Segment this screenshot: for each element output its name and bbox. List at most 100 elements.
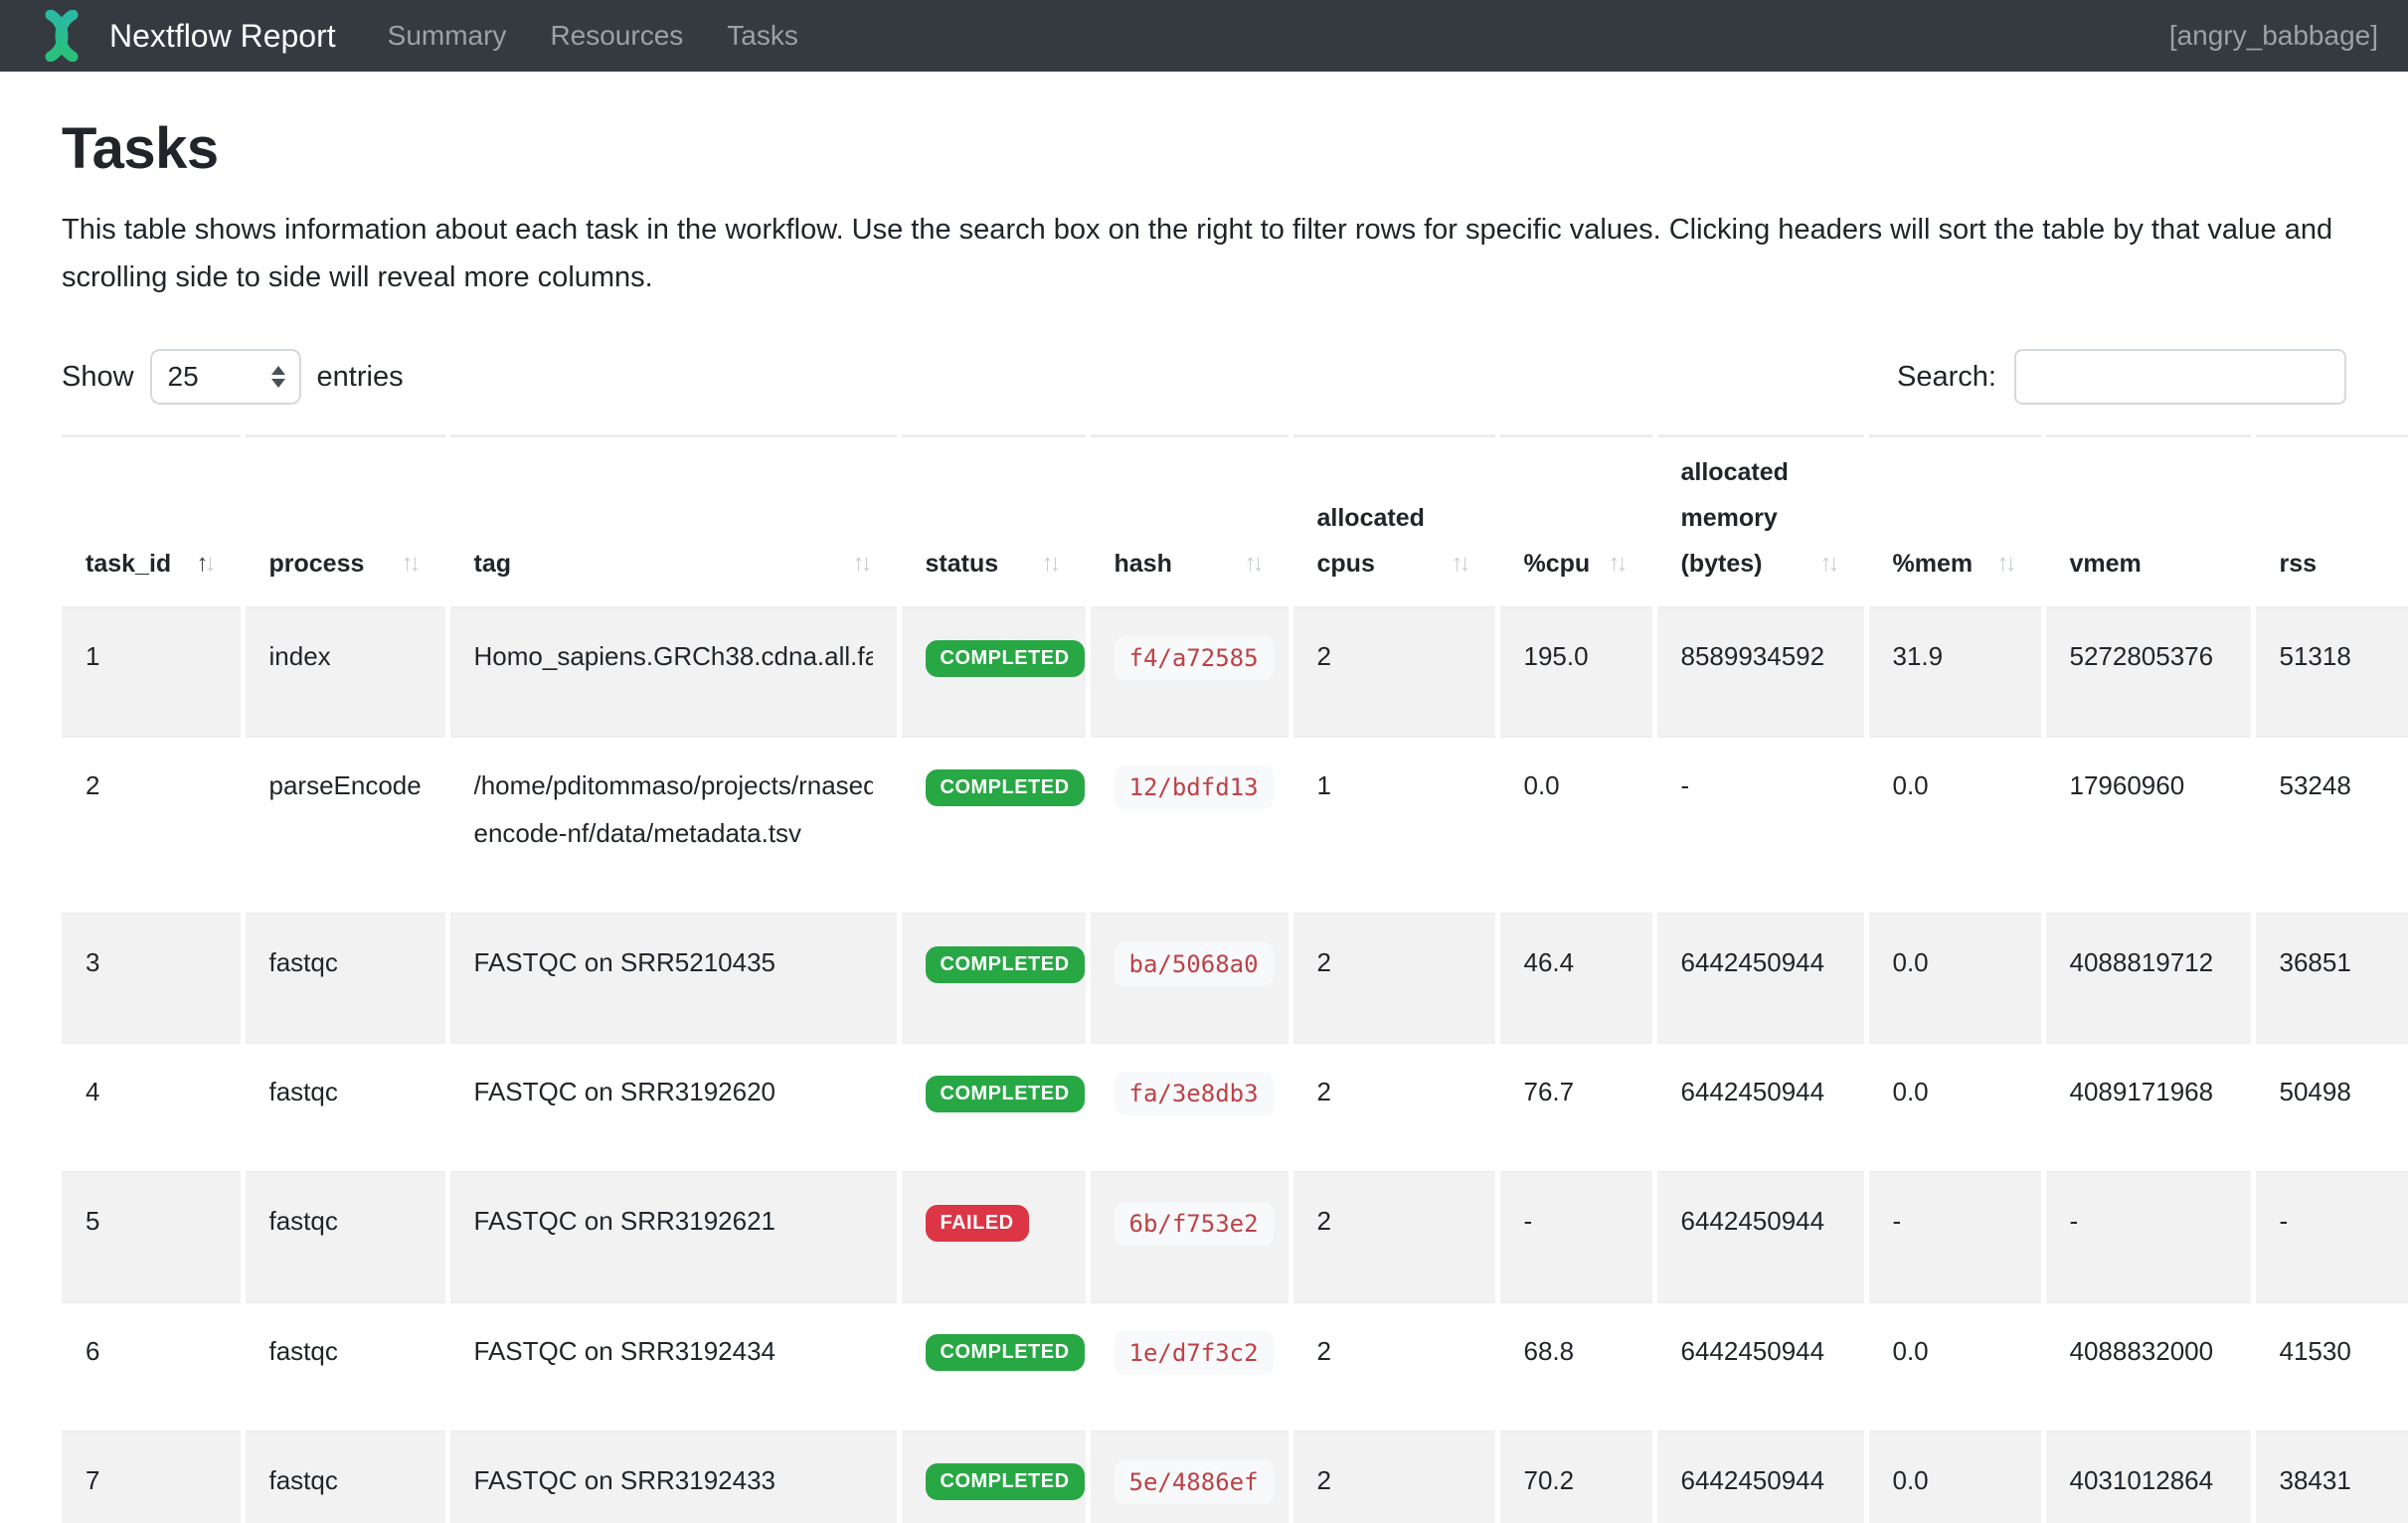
hash-code: ba/5068a0 bbox=[1115, 942, 1274, 986]
column-label: status bbox=[926, 541, 999, 587]
cell-status: COMPLETED bbox=[899, 607, 1088, 737]
cell-allocated-cpus: 2 bbox=[1290, 1043, 1497, 1172]
cell-process: index bbox=[243, 607, 447, 737]
cell-tag: Homo_sapiens.GRCh38.cdna.all.fa.gz bbox=[447, 607, 899, 737]
tag-line: FASTQC on SRR3192434 bbox=[474, 1327, 873, 1375]
table-controls: Show 25 entries Search: bbox=[62, 349, 2346, 405]
cell-status: FAILED bbox=[899, 1172, 1088, 1301]
sort-arrows-icon: ↑↓ bbox=[1042, 541, 1062, 587]
cell-tag: FASTQC on SRR3192621 bbox=[447, 1172, 899, 1301]
cell-status: COMPLETED bbox=[899, 1302, 1088, 1432]
column-header-status[interactable]: status ↑↓ bbox=[899, 436, 1088, 608]
table-row: 1index Homo_sapiens.GRCh38.cdna.all.fa.gz… bbox=[62, 607, 2408, 737]
cell-task-id: 2 bbox=[62, 737, 243, 914]
cell-hash: f4/a72585 bbox=[1088, 607, 1290, 737]
cell-hash: ba/5068a0 bbox=[1088, 914, 1290, 1043]
column-header-rss[interactable]: rss bbox=[2253, 436, 2408, 608]
table-row: 3fastqcFASTQC on SRR5210435COMPLETEDba/5… bbox=[62, 914, 2408, 1043]
hash-code: 1e/d7f3c2 bbox=[1115, 1331, 1274, 1375]
cell-rss: 36851 bbox=[2253, 914, 2408, 1043]
brand-title[interactable]: Nextflow Report bbox=[109, 18, 336, 55]
cell-allocated-memory: 6442450944 bbox=[1654, 1043, 1866, 1172]
tag-line: FASTQC on SRR3192433 bbox=[474, 1456, 873, 1504]
cell-rss: 50498 bbox=[2253, 1043, 2408, 1172]
cell-hash: 1e/d7f3c2 bbox=[1088, 1302, 1290, 1432]
column-header-tag[interactable]: tag↑↓ bbox=[447, 436, 899, 608]
column-header-allocated-memory-bytes[interactable]: allocated memory (bytes)↑↓ bbox=[1654, 436, 1866, 608]
cell-allocated-memory: 6442450944 bbox=[1654, 1302, 1866, 1432]
nav-links: Summary Resources Tasks bbox=[388, 20, 798, 52]
cell-tag: /home/pditommaso/projects/rnaseq-encode-… bbox=[447, 737, 899, 914]
cell-pcpu: - bbox=[1497, 1172, 1654, 1301]
tasks-table: task_id↑↓process↑↓tag↑↓status↑↓hash↑↓all… bbox=[62, 434, 2408, 1523]
tasks-table-scroll-area[interactable]: task_id↑↓process↑↓tag↑↓status↑↓hash↑↓all… bbox=[62, 434, 2408, 1523]
cell-vmem: 4089171968 bbox=[2043, 1043, 2253, 1172]
cell-status: COMPLETED bbox=[899, 914, 1088, 1043]
column-header-hash[interactable]: hash↑↓ bbox=[1088, 436, 1290, 608]
page-size-select[interactable]: 25 bbox=[150, 349, 301, 405]
search-control: Search: bbox=[1897, 349, 2346, 405]
session-name: [angry_babbage] bbox=[2169, 20, 2378, 52]
hash-code: fa/3e8db3 bbox=[1115, 1072, 1274, 1115]
cell-vmem: 4088832000 bbox=[2043, 1302, 2253, 1432]
hash-code: 5e/4886ef bbox=[1115, 1460, 1274, 1504]
cell-tag: FASTQC on SRR3192434 bbox=[447, 1302, 899, 1432]
tag-line: FASTQC on SRR3192620 bbox=[474, 1068, 873, 1115]
select-caret-icon bbox=[271, 366, 285, 388]
table-row: 6fastqcFASTQC on SRR3192434COMPLETED1e/d… bbox=[62, 1302, 2408, 1432]
page-length-control: Show 25 entries bbox=[62, 349, 404, 405]
cell-rss: 53248 bbox=[2253, 737, 2408, 914]
cell-rss: 38431 bbox=[2253, 1432, 2408, 1523]
cell-pmem: 0.0 bbox=[1866, 1043, 2043, 1172]
sort-arrows-icon: ↑↓ bbox=[1452, 541, 1471, 587]
navbar: Nextflow Report Summary Resources Tasks … bbox=[0, 0, 2408, 72]
cell-process: parseEncode bbox=[243, 737, 447, 914]
cell-allocated-memory: - bbox=[1654, 737, 1866, 914]
column-header-allocated-cpus[interactable]: allocated cpus↑↓ bbox=[1290, 436, 1497, 608]
column-header-vmem[interactable]: vmem bbox=[2043, 436, 2253, 608]
sort-arrows-icon: ↑↓ bbox=[1997, 541, 2017, 587]
cell-pmem: 31.9 bbox=[1866, 607, 2043, 737]
cell-tag: FASTQC on SRR5210435 bbox=[447, 914, 899, 1043]
cell-vmem: - bbox=[2043, 1172, 2253, 1301]
sort-arrows-icon: ↑↓ bbox=[1820, 541, 1840, 587]
column-header-task-id[interactable]: task_id↑↓ bbox=[62, 436, 243, 608]
tag-line: Homo_sapiens.GRCh38.cdna.all.fa.gz bbox=[474, 632, 873, 680]
cell-rss: 51318 bbox=[2253, 607, 2408, 737]
cell-pcpu: 68.8 bbox=[1497, 1302, 1654, 1432]
column-label: hash bbox=[1115, 541, 1172, 587]
cell-allocated-cpus: 2 bbox=[1290, 914, 1497, 1043]
cell-allocated-memory: 6442450944 bbox=[1654, 914, 1866, 1043]
cell-pcpu: 0.0 bbox=[1497, 737, 1654, 914]
column-header-cpu[interactable]: %cpu↑↓ bbox=[1497, 436, 1654, 608]
search-input[interactable] bbox=[2014, 349, 2346, 405]
cell-task-id: 1 bbox=[62, 607, 243, 737]
show-label: Show bbox=[62, 361, 134, 394]
status-badge: COMPLETED bbox=[926, 1334, 1085, 1371]
hash-code: f4/a72585 bbox=[1115, 636, 1274, 680]
column-label: allocated memory (bytes) bbox=[1681, 449, 1812, 587]
nav-link-summary[interactable]: Summary bbox=[388, 20, 507, 52]
page-size-value: 25 bbox=[168, 361, 199, 393]
status-badge: COMPLETED bbox=[926, 946, 1085, 983]
tag-line: encode-nf/data/metadata.tsv bbox=[474, 809, 873, 857]
tag-line: FASTQC on SRR3192621 bbox=[474, 1197, 873, 1245]
hash-code: 6b/f753e2 bbox=[1115, 1202, 1274, 1246]
tag-line: FASTQC on SRR5210435 bbox=[474, 938, 873, 986]
cell-status: COMPLETED bbox=[899, 1432, 1088, 1523]
cell-task-id: 4 bbox=[62, 1043, 243, 1172]
nextflow-logo-icon bbox=[30, 10, 93, 62]
cell-vmem: 4031012864 bbox=[2043, 1432, 2253, 1523]
column-label: %cpu bbox=[1524, 541, 1591, 587]
cell-pmem: - bbox=[1866, 1172, 2043, 1301]
cell-allocated-cpus: 1 bbox=[1290, 737, 1497, 914]
status-badge: COMPLETED bbox=[926, 1463, 1085, 1500]
nav-link-tasks[interactable]: Tasks bbox=[727, 20, 798, 52]
nav-link-resources[interactable]: Resources bbox=[550, 20, 683, 52]
cell-hash: 12/bdfd13 bbox=[1088, 737, 1290, 914]
sort-arrows-icon: ↑↓ bbox=[197, 541, 217, 587]
column-header-mem[interactable]: %mem↑↓ bbox=[1866, 436, 2043, 608]
status-badge: FAILED bbox=[926, 1205, 1029, 1242]
column-header-process[interactable]: process↑↓ bbox=[243, 436, 447, 608]
cell-pcpu: 46.4 bbox=[1497, 914, 1654, 1043]
